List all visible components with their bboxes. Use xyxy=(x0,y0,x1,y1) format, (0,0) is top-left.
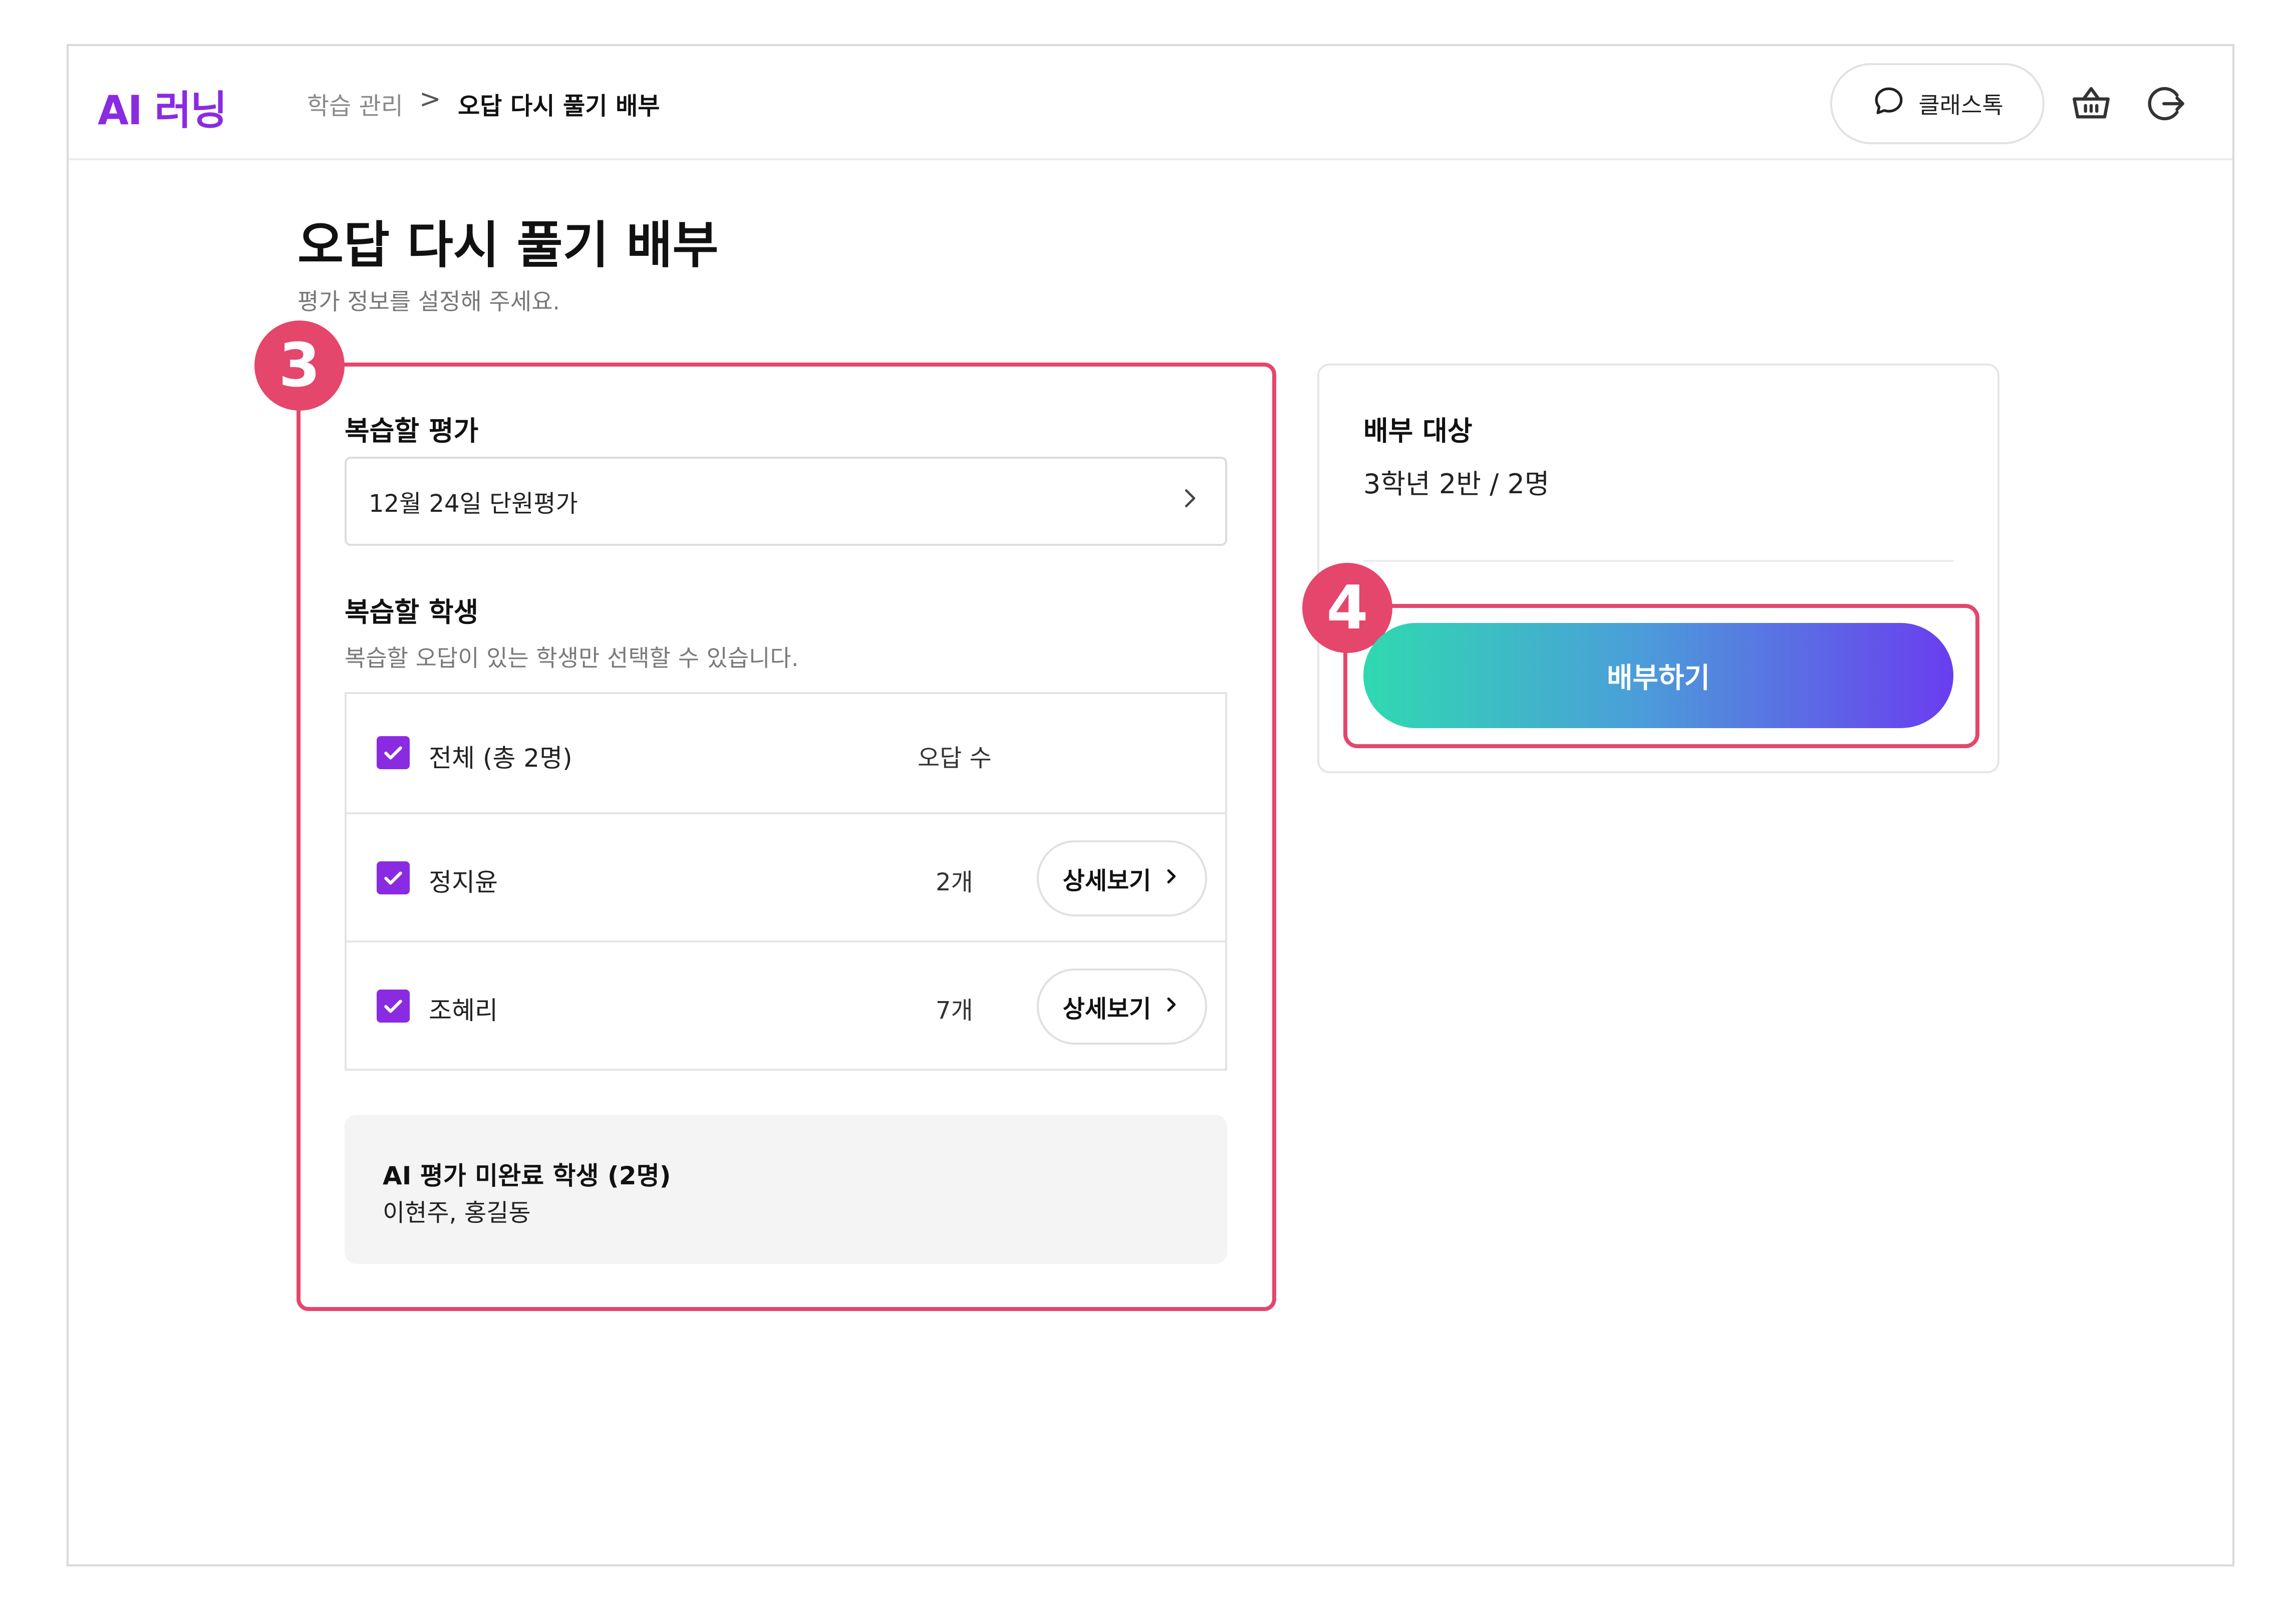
breadcrumb-parent[interactable]: 학습 관리 xyxy=(307,86,403,121)
table-row: 정지윤 2개 상세보기 xyxy=(347,814,1225,942)
app-logo[interactable]: AI 러닝 xyxy=(98,78,227,136)
assessment-select-value: 12월 24일 단원평가 xyxy=(369,490,578,518)
wrong-count: 2개 xyxy=(936,868,973,896)
detail-button[interactable]: 상세보기 xyxy=(1037,969,1207,1045)
student-name: 조혜리 xyxy=(429,996,498,1025)
wrong-count: 7개 xyxy=(936,997,973,1025)
student-table: 전체 (총 2명) 오답 수 정지윤 2개 상세보기 조혜리 7개 상세보기 xyxy=(345,692,1227,1071)
basket-icon[interactable] xyxy=(2069,81,2114,126)
step-badge-3: 3 xyxy=(254,320,345,411)
detail-button[interactable]: 상세보기 xyxy=(1037,840,1207,916)
table-row: 조혜리 7개 상세보기 xyxy=(347,942,1225,1071)
chevron-right-icon xyxy=(1161,993,1181,1021)
wrong-count-header: 오답 수 xyxy=(918,744,992,772)
table-header-row: 전체 (총 2명) 오답 수 xyxy=(347,694,1225,814)
breadcrumb-current: 오답 다시 풀기 배부 xyxy=(458,92,660,120)
select-all-label: 전체 (총 2명) xyxy=(429,744,572,773)
student-checkbox[interactable] xyxy=(377,861,410,894)
classtalk-label: 클래스톡 xyxy=(1918,92,2003,119)
distribution-target-value: 3학년 2반 / 2명 xyxy=(1363,468,1550,500)
assessment-section-title: 복습할 평가 xyxy=(345,415,479,447)
top-header: AI 러닝 학습 관리 > 오답 다시 풀기 배부 클래스톡 xyxy=(69,46,2232,160)
incomplete-students-title: AI 평가 미완료 학생 (2명) xyxy=(383,1161,671,1190)
chevron-right-icon xyxy=(1176,485,1203,518)
incomplete-students-box: AI 평가 미완료 학생 (2명) 이현주, 홍길동 xyxy=(345,1115,1227,1264)
page-subtitle: 평가 정보를 설정해 주세요. xyxy=(298,288,560,315)
student-checkbox[interactable] xyxy=(377,990,410,1023)
chat-bubble-icon xyxy=(1871,84,1906,124)
assessment-select[interactable]: 12월 24일 단원평가 xyxy=(345,457,1227,546)
distribution-target-label: 배부 대상 xyxy=(1363,415,1473,447)
chevron-right-icon xyxy=(1161,864,1181,892)
detail-button-label: 상세보기 xyxy=(1062,995,1152,1023)
select-all-checkbox[interactable] xyxy=(377,736,410,769)
classtalk-button[interactable]: 클래스톡 xyxy=(1830,63,2045,144)
breadcrumb-separator: > xyxy=(419,84,441,114)
logout-icon[interactable] xyxy=(2143,81,2188,126)
students-section-description: 복습할 오답이 있는 학생만 선택할 수 있습니다. xyxy=(345,645,799,672)
students-section-title: 복습할 학생 xyxy=(345,596,479,628)
distribute-button[interactable]: 배부하기 xyxy=(1363,623,1953,728)
incomplete-students-names: 이현주, 홍길동 xyxy=(383,1199,531,1227)
divider xyxy=(1363,560,1953,562)
detail-button-label: 상세보기 xyxy=(1062,867,1152,895)
student-name: 정지윤 xyxy=(429,868,498,897)
page-title: 오답 다시 풀기 배부 xyxy=(298,216,719,274)
